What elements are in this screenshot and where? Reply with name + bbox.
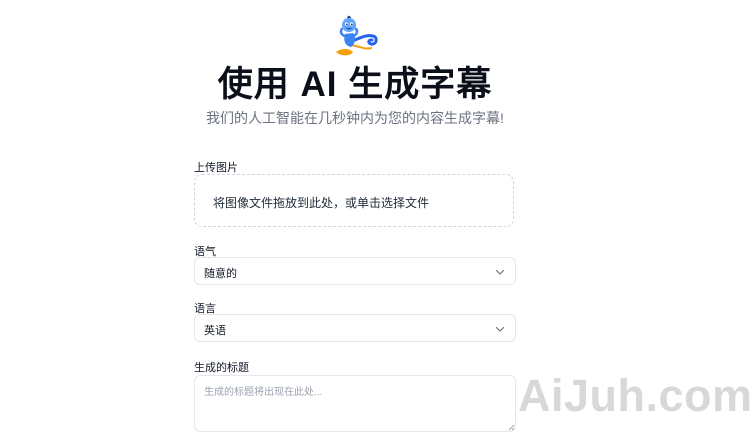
genie-mascot-icon [336,15,378,56]
caption-label: 生成的标题 [194,362,249,374]
dropzone-text: 将图像文件拖放到此处，或单击选择文件 [213,196,430,210]
tone-selected-value: 随意的 [204,268,237,280]
upload-label: 上传图片 [194,162,238,174]
resize-grip-icon[interactable] [507,423,515,431]
tone-select[interactable]: 随意的 [194,257,516,285]
image-dropzone[interactable]: 将图像文件拖放到此处，或单击选择文件 [194,174,514,227]
generated-caption-textarea[interactable] [194,375,516,432]
page-title: 使用 AI 生成字幕 [217,65,493,104]
caption-generator-page: 使用 AI 生成字幕 我们的人工智能在几秒钟内为您的内容生成字幕! 上传图片 将… [0,0,750,436]
chevron-down-icon [495,326,505,332]
language-selected-value: 英语 [204,325,226,337]
chevron-down-icon [495,269,505,275]
page-subtitle: 我们的人工智能在几秒钟内为您的内容生成字幕! [206,110,504,126]
language-select[interactable]: 英语 [194,314,516,342]
watermark: AiJuh.com [518,370,750,421]
